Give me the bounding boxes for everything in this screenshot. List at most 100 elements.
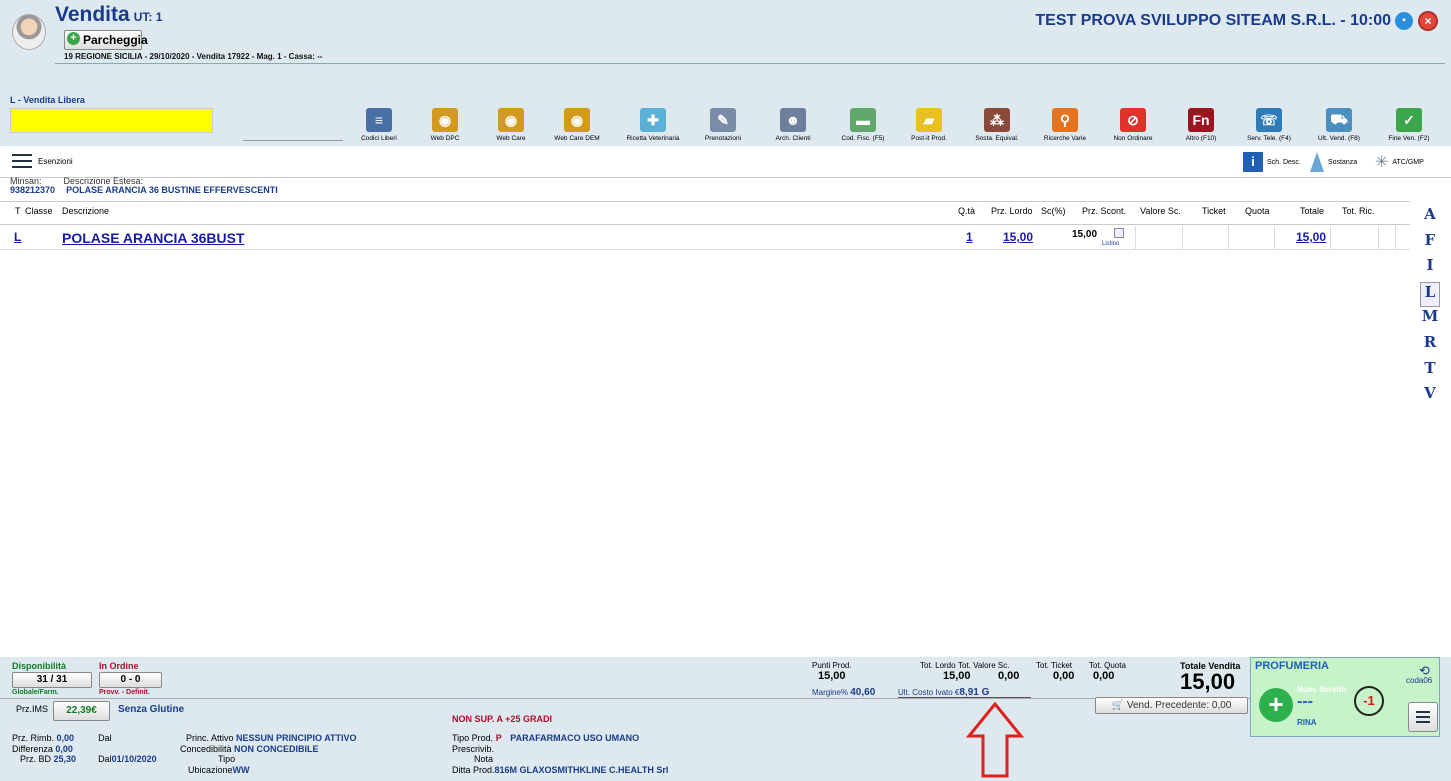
forbidden-icon: ⊘ bbox=[1120, 108, 1146, 132]
toolbar-label: Serv. Tele. (F4) bbox=[1247, 135, 1291, 142]
toolbar-prenotazioni-button[interactable]: ✎ Prenotazioni bbox=[688, 108, 758, 142]
table-row[interactable]: L POLASE ARANCIA 36BUST 1 15,00 15,00 Li… bbox=[0, 226, 1410, 250]
toolbar-web-care-dem-button[interactable]: ◉ Web Care DEM bbox=[542, 108, 612, 142]
search-icon: ⚲ bbox=[1052, 108, 1078, 132]
footer-panel: Disponibilità In Ordine 31 / 31 0 - 0 Gl… bbox=[0, 657, 1451, 781]
header-bar: Vendita UT: 1 + Parcheggia 19 REGIONE SICI… bbox=[0, 0, 1451, 70]
toolbar-cod-fisc-f5-button[interactable]: ▬ Cod. Fisc. (F5) bbox=[828, 108, 898, 142]
letter-r[interactable]: R bbox=[1420, 333, 1440, 359]
toolbar-altro-f10-button[interactable]: Fn Altro (F10) bbox=[1166, 108, 1236, 142]
toolbar-ricerche-varie-button[interactable]: ⚲ Ricerche Varie bbox=[1030, 108, 1100, 142]
product-summary: Minsan: Descrizione Estesa: 938212370 POLA… bbox=[10, 176, 278, 195]
add-queue-button[interactable]: + bbox=[1259, 688, 1293, 722]
red-arrow-annotation bbox=[965, 702, 1025, 778]
toolbar-label: Post-it Prod. bbox=[911, 135, 947, 142]
totale-value[interactable]: 15,00 bbox=[1296, 230, 1326, 244]
vendita-precedente-button[interactable]: 🛒 Vend. Precedente: 0,00 bbox=[1095, 697, 1248, 714]
fn-icon: Fn bbox=[1188, 108, 1214, 132]
toolbar-label: Sosta. Equival. bbox=[975, 135, 1019, 142]
toolbar-codici-liberi-button[interactable]: ≡ Codici Liberi bbox=[344, 108, 414, 142]
barcode-input[interactable] bbox=[10, 108, 213, 133]
toolbar-ult-vend-f8-button[interactable]: ⛟ Ult. Vend. (F8) bbox=[1304, 108, 1374, 142]
prz-lordo-value[interactable]: 15,00 bbox=[1003, 230, 1033, 244]
toolbar-web-care-button[interactable]: ◉ Web Care bbox=[476, 108, 546, 142]
toolbar-label: Cod. Fisc. (F5) bbox=[841, 135, 885, 142]
windows-icon[interactable]: ▪ bbox=[1395, 12, 1413, 30]
postit-icon: ▰ bbox=[916, 108, 942, 132]
menu-icon bbox=[12, 154, 32, 168]
toolbar-label: Web Care bbox=[496, 135, 526, 142]
toolbar-label: Fine Ven. (F2) bbox=[1388, 135, 1430, 142]
qty-value[interactable]: 1 bbox=[966, 230, 973, 244]
molecule-icon: ✳ bbox=[1375, 154, 1389, 171]
page-title: Vendita UT: 1 bbox=[55, 3, 163, 26]
queue-panel: PROFUMERIA ⟲ coda06 + Num. Servito --- R… bbox=[1250, 657, 1440, 737]
toolbar-serv-tele-f4-button[interactable]: ☏ Serv. Tele. (F4) bbox=[1234, 108, 1304, 142]
toolbar-ricetta-veterinaria-button[interactable]: ✚ Ricetta Veterinaria bbox=[618, 108, 688, 142]
counter-badge[interactable]: -1 bbox=[1354, 686, 1384, 716]
web-icon: ◉ bbox=[498, 108, 524, 132]
totale-vendita-value: 15,00 bbox=[1180, 669, 1236, 694]
cart-icon: 🛒 bbox=[1111, 700, 1125, 711]
menu-button[interactable] bbox=[1408, 702, 1438, 732]
flask-icon bbox=[1310, 152, 1324, 172]
minsan-value: 938212370 bbox=[10, 185, 56, 195]
esenzioni-button[interactable]: Esenzioni bbox=[12, 154, 73, 168]
letter-t[interactable]: T bbox=[1420, 359, 1440, 385]
toolbar-label: Web Care DEM bbox=[554, 135, 600, 142]
session-info: 19 REGIONE SICILIA - 29/10/2020 - Vendit… bbox=[64, 52, 323, 61]
tele-icon: ☏ bbox=[1256, 108, 1282, 132]
sch-desc-button[interactable]: i Sch. Desc. bbox=[1243, 152, 1301, 172]
toolbar-label: Non Ordinare bbox=[1113, 135, 1153, 142]
table-header: T Classe Descrizione Q.tà Prz. Lordo Sc(… bbox=[0, 201, 1410, 225]
card-icon: ▬ bbox=[850, 108, 876, 132]
letter-l[interactable]: L bbox=[1420, 281, 1440, 308]
atc-button[interactable]: ✳ ATC/GMP bbox=[1375, 152, 1424, 172]
plus-icon: + bbox=[67, 32, 80, 45]
toolbar-label: Ricetta Veterinaria bbox=[626, 135, 680, 142]
sostanza-button[interactable]: Sostanza bbox=[1310, 152, 1357, 172]
cart-icon: ⛟ bbox=[1326, 108, 1352, 132]
parcheggia-button[interactable]: + Parcheggia bbox=[64, 30, 148, 50]
notepad-icon: ✎ bbox=[710, 108, 736, 132]
toolbar-sosta-equival-button[interactable]: ⁂ Sosta. Equival. bbox=[962, 108, 1032, 142]
listino-icon[interactable] bbox=[1114, 228, 1124, 238]
letter-v[interactable]: V bbox=[1420, 384, 1440, 410]
close-icon[interactable]: × bbox=[1418, 11, 1438, 31]
toolbar-label: Ult. Vend. (F8) bbox=[1318, 135, 1360, 142]
product-description: POLASE ARANCIA 36 BUSTINE EFFERVESCENTI bbox=[66, 185, 278, 195]
letter-i[interactable]: I bbox=[1420, 256, 1440, 282]
list-icon: ≡ bbox=[366, 108, 392, 132]
cart-check-icon: ✓ bbox=[1396, 108, 1422, 132]
toolbar-label: Codici Liberi bbox=[361, 135, 397, 142]
web-icon: ◉ bbox=[564, 108, 590, 132]
sale-mode-label: L - Vendita Libera bbox=[10, 95, 85, 105]
web-icon: ◉ bbox=[432, 108, 458, 132]
toolbar-label: Ricerche Varie bbox=[1043, 135, 1087, 142]
in-ordine-value[interactable]: 0 - 0 bbox=[99, 672, 162, 688]
toolbar-web-dpc-button[interactable]: ◉ Web DPC bbox=[410, 108, 480, 142]
toolbar-label: Prenotazioni bbox=[704, 135, 742, 142]
users-icon: ☻ bbox=[780, 108, 806, 132]
toolbar-label: Arch. Clienti bbox=[775, 135, 811, 142]
product-name[interactable]: POLASE ARANCIA 36BUST bbox=[62, 230, 245, 246]
toolbar-label: Web DPC bbox=[430, 135, 460, 142]
paw-icon: ✚ bbox=[640, 108, 666, 132]
divider bbox=[55, 63, 1445, 64]
toolbar-post-it-prod-button[interactable]: ▰ Post-it Prod. bbox=[894, 108, 964, 142]
info-icon: i bbox=[1243, 152, 1263, 172]
toolbar-label: Altro (F10) bbox=[1185, 135, 1217, 142]
sub-toolbar: Esenzioni i Sch. Desc. Sostanza ✳ ATC/GMP bbox=[0, 146, 1451, 178]
toolbar-arch-clienti-button[interactable]: ☻ Arch. Clienti bbox=[758, 108, 828, 142]
letter-m[interactable]: M bbox=[1420, 307, 1440, 333]
toolbar-area: L - Vendita Libera ≡ Codici Liberi ◉ Web DP… bbox=[0, 70, 1451, 146]
divider bbox=[243, 140, 343, 141]
letter-f[interactable]: F bbox=[1420, 231, 1440, 257]
senza-glutine-label: Senza Glutine bbox=[118, 704, 185, 715]
toolbar-non-ordinare-button[interactable]: ⊘ Non Ordinare bbox=[1098, 108, 1168, 142]
letter-filter: AFILMRTV bbox=[1420, 205, 1440, 410]
letter-a[interactable]: A bbox=[1420, 205, 1440, 231]
toolbar-fine-ven-f2-button[interactable]: ✓ Fine Ven. (F2) bbox=[1374, 108, 1444, 142]
disponibilita-value[interactable]: 31 / 31 bbox=[12, 672, 92, 688]
prz-ims-value[interactable]: 22,39€ bbox=[53, 701, 110, 721]
